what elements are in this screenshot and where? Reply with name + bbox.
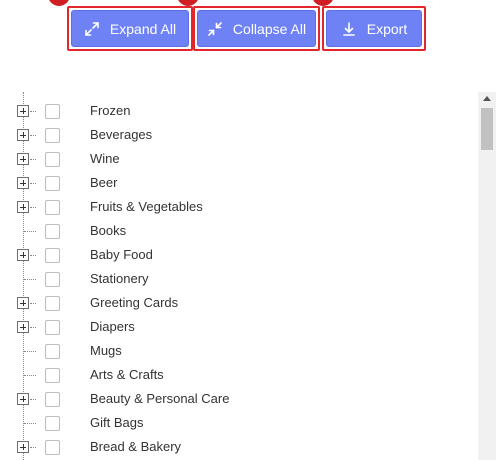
tree-item-checkbox[interactable] xyxy=(45,104,60,119)
tree-item-label[interactable]: Beauty & Personal Care xyxy=(90,390,229,408)
expand-all-label: Expand All xyxy=(109,20,177,37)
tree-item-label[interactable]: Bread & Bakery xyxy=(90,438,181,456)
tree-item-label[interactable]: Beer xyxy=(90,174,117,192)
tree-connector xyxy=(24,231,36,232)
expand-toggle-icon[interactable] xyxy=(17,393,29,405)
tree-item: Baby Food xyxy=(0,243,478,267)
tree-connector xyxy=(24,351,36,352)
tree-item: Books xyxy=(0,219,478,243)
tree-item-label[interactable]: Wine xyxy=(90,150,120,168)
tree-item-label[interactable]: Arts & Crafts xyxy=(90,366,164,384)
tree-item-checkbox[interactable] xyxy=(45,128,60,143)
expand-toggle-icon[interactable] xyxy=(17,201,29,213)
tree-connector xyxy=(30,399,36,400)
expand-toggle-icon[interactable] xyxy=(17,129,29,141)
expand-toggle-icon[interactable] xyxy=(17,249,29,261)
tree-item-label[interactable]: Gift Bags xyxy=(90,414,143,432)
tree-item: Gift Bags xyxy=(0,411,478,435)
tree-connector xyxy=(24,279,36,280)
tree-item: Diapers xyxy=(0,315,478,339)
scroll-up-arrow-icon[interactable] xyxy=(483,96,491,101)
tree-item-checkbox[interactable] xyxy=(45,416,60,431)
tree-connector xyxy=(30,111,36,112)
collapse-all-button[interactable]: Collapse All xyxy=(197,10,316,47)
expand-toggle-icon[interactable] xyxy=(17,441,29,453)
tree-item-checkbox[interactable] xyxy=(45,368,60,383)
tree-item-checkbox[interactable] xyxy=(45,392,60,407)
tree-connector xyxy=(30,255,36,256)
expand-toggle-icon[interactable] xyxy=(17,321,29,333)
tree-item-checkbox[interactable] xyxy=(45,152,60,167)
collapse-arrows-icon xyxy=(207,21,223,37)
tree-item-checkbox[interactable] xyxy=(45,344,60,359)
tree-item: Stationery xyxy=(0,267,478,291)
vertical-scrollbar[interactable] xyxy=(478,92,496,460)
tree-connector xyxy=(24,423,36,424)
category-tree: Frozen Beverages Wine Beer Fruits & Vegetabl… xyxy=(0,92,496,460)
expand-toggle-icon[interactable] xyxy=(17,153,29,165)
tree-item: Beer xyxy=(0,171,478,195)
tree-item: Bread & Bakery xyxy=(0,435,478,459)
tree-item-checkbox[interactable] xyxy=(45,200,60,215)
tree-connector xyxy=(24,375,36,376)
annotation-marker-1 xyxy=(48,0,70,6)
tree-item-checkbox[interactable] xyxy=(45,296,60,311)
tree-item: Beauty & Personal Care xyxy=(0,387,478,411)
tree-item-checkbox[interactable] xyxy=(45,224,60,239)
tree-item-label[interactable]: Mugs xyxy=(90,342,122,360)
export-button[interactable]: Export xyxy=(326,10,422,47)
tree-connector xyxy=(30,159,36,160)
page: Expand All Collapse All Export Frozen Bev… xyxy=(0,0,496,460)
tree-item-label[interactable]: Beverages xyxy=(90,126,152,144)
tree-connector xyxy=(30,207,36,208)
download-icon xyxy=(341,21,357,37)
toolbar: Expand All Collapse All Export xyxy=(0,0,496,88)
tree-connector xyxy=(30,183,36,184)
expand-arrows-icon xyxy=(84,21,100,37)
tree-item-label[interactable]: Fruits & Vegetables xyxy=(90,198,203,216)
expand-toggle-icon[interactable] xyxy=(17,297,29,309)
tree-item-checkbox[interactable] xyxy=(45,440,60,455)
tree-item: Arts & Crafts xyxy=(0,363,478,387)
tree-item: Greeting Cards xyxy=(0,291,478,315)
tree-item: Mugs xyxy=(0,339,478,363)
tree-item-label[interactable]: Baby Food xyxy=(90,246,153,264)
expand-all-button[interactable]: Expand All xyxy=(71,10,189,47)
collapse-all-label: Collapse All xyxy=(232,20,307,37)
tree-item-checkbox[interactable] xyxy=(45,272,60,287)
tree-item: Frozen xyxy=(0,99,478,123)
tree-connector xyxy=(30,303,36,304)
tree-item-label[interactable]: Greeting Cards xyxy=(90,294,178,312)
tree-item-label[interactable]: Diapers xyxy=(90,318,135,336)
tree-item: Wine xyxy=(0,147,478,171)
tree-item: Beverages xyxy=(0,123,478,147)
tree-connector xyxy=(30,327,36,328)
tree-item: Fruits & Vegetables xyxy=(0,195,478,219)
tree-connector xyxy=(30,447,36,448)
tree-item-label[interactable]: Books xyxy=(90,222,126,240)
export-label: Export xyxy=(366,20,408,37)
tree-connector xyxy=(30,135,36,136)
tree-item-checkbox[interactable] xyxy=(45,320,60,335)
expand-toggle-icon[interactable] xyxy=(17,177,29,189)
tree-item-checkbox[interactable] xyxy=(45,176,60,191)
expand-toggle-icon[interactable] xyxy=(17,105,29,117)
scrollbar-thumb[interactable] xyxy=(481,108,493,150)
tree-item-label[interactable]: Stationery xyxy=(90,270,149,288)
tree-item-checkbox[interactable] xyxy=(45,248,60,263)
tree-item-label[interactable]: Frozen xyxy=(90,102,130,120)
